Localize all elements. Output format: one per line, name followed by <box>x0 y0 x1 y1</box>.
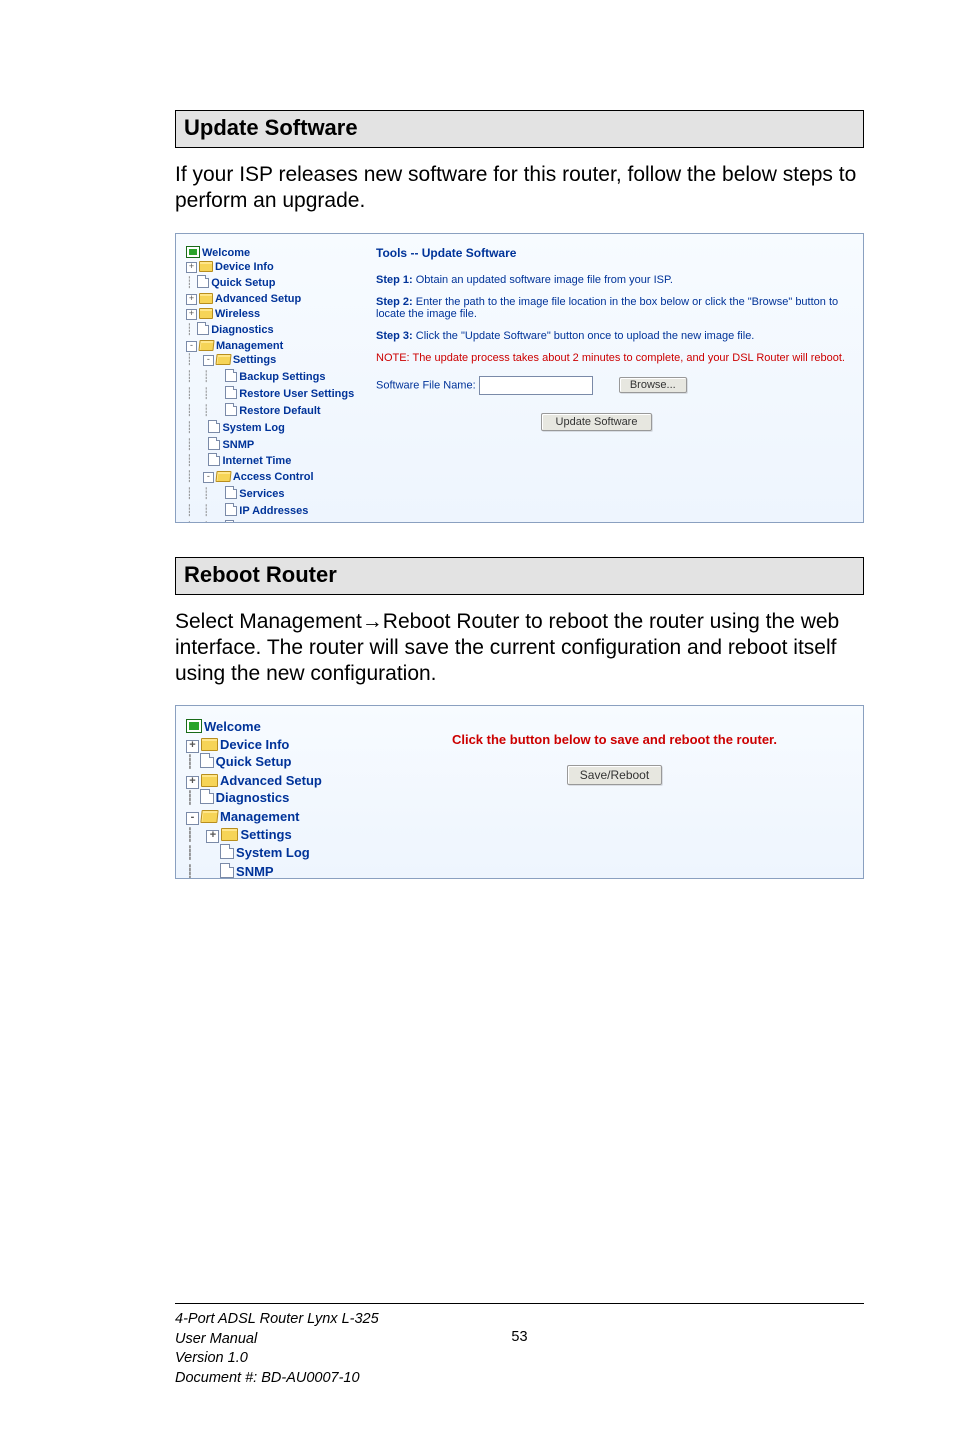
folder-icon <box>201 774 218 787</box>
welcome-icon <box>186 246 200 258</box>
nav-access-control[interactable]: Access Control <box>233 471 314 483</box>
expand-icon[interactable]: + <box>206 830 219 843</box>
page-icon <box>225 403 237 416</box>
nav-system-log[interactable]: System Log <box>236 845 310 860</box>
collapse-icon[interactable]: - <box>203 355 214 366</box>
nav-quick-setup[interactable]: Quick Setup <box>216 754 292 769</box>
nav-device-info[interactable]: Device Info <box>220 737 289 752</box>
nav-welcome[interactable]: Welcome <box>204 719 261 734</box>
step2-text: Enter the path to the image file locatio… <box>376 296 838 320</box>
nav-quick-setup[interactable]: Quick Setup <box>211 277 275 289</box>
nav-device-info[interactable]: Device Info <box>215 261 274 273</box>
folder-icon <box>199 261 213 272</box>
step1-text: Obtain an updated software image file fr… <box>413 274 673 286</box>
folder-icon <box>221 828 238 841</box>
nav-system-log[interactable]: System Log <box>222 422 284 434</box>
nav-restore-user[interactable]: Restore User Settings <box>239 388 354 400</box>
welcome-icon <box>186 719 202 733</box>
nav-welcome[interactable]: Welcome <box>202 247 250 259</box>
nav-ip-addresses[interactable]: IP Addresses <box>239 505 308 517</box>
save-reboot-button[interactable]: Save/Reboot <box>567 765 662 785</box>
page-icon <box>225 486 237 499</box>
nav-snmp[interactable]: SNMP <box>236 864 274 879</box>
step1-label: Step 1: <box>376 274 413 286</box>
page-icon <box>200 789 214 804</box>
browse-button[interactable]: Browse... <box>619 377 687 393</box>
footer-rule <box>175 1303 864 1304</box>
screenshot-reboot-router: Welcome +Device Info ┊ Quick Setup +Adva… <box>175 705 864 879</box>
nav-backup-settings[interactable]: Backup Settings <box>239 371 325 383</box>
page-icon <box>220 863 234 878</box>
collapse-icon[interactable]: - <box>186 812 199 825</box>
panel-update-software: Tools -- Update Software Step 1: Obtain … <box>366 246 853 523</box>
page-icon <box>225 520 237 523</box>
footer-product: 4-Port ADSL Router Lynx L-325 <box>175 1310 864 1330</box>
arrow-icon: → <box>362 610 383 633</box>
folder-open-icon <box>198 340 214 351</box>
page-icon <box>225 503 237 516</box>
nav-settings[interactable]: Settings <box>240 827 291 842</box>
section-heading-reboot-router: Reboot Router <box>175 557 864 595</box>
nav-services[interactable]: Services <box>239 488 284 500</box>
page-icon <box>225 369 237 382</box>
nav-internet-time[interactable]: Internet Time <box>222 455 291 467</box>
folder-open-icon <box>215 354 231 365</box>
nav-management[interactable]: Management <box>220 809 299 824</box>
note-text: NOTE: The update process takes about 2 m… <box>376 352 847 364</box>
update-software-button[interactable]: Update Software <box>541 413 653 431</box>
file-name-input[interactable] <box>479 376 593 395</box>
page-icon <box>220 844 234 859</box>
nav-management[interactable]: Management <box>216 340 283 352</box>
page-icon <box>208 453 220 466</box>
step3-text: Click the "Update Software" button once … <box>413 330 755 342</box>
footer-docnum: Document #: BD-AU0007-10 <box>175 1369 864 1389</box>
footer-version: Version 1.0 <box>175 1349 864 1369</box>
nav-wireless[interactable]: Wireless <box>215 308 260 320</box>
file-label: Software File Name: <box>376 379 476 391</box>
expand-icon[interactable]: + <box>186 740 199 753</box>
panel-title: Tools -- Update Software <box>376 246 847 260</box>
collapse-icon[interactable]: - <box>186 341 197 352</box>
expand-icon[interactable]: + <box>186 262 197 273</box>
nav-advanced-setup[interactable]: Advanced Setup <box>220 773 322 788</box>
page-icon <box>197 275 209 288</box>
folder-open-icon <box>200 810 218 823</box>
page-icon <box>208 437 220 450</box>
page-footer: 4-Port ADSL Router Lynx L-325 User Manua… <box>175 1310 864 1388</box>
intro-text-reboot-router: Select Management→Reboot Router to reboo… <box>175 609 864 688</box>
nav-snmp[interactable]: SNMP <box>222 439 254 451</box>
intro-text-update-software: If your ISP releases new software for th… <box>175 162 864 215</box>
folder-icon <box>199 308 213 319</box>
nav-diagnostics[interactable]: Diagnostics <box>211 324 273 336</box>
nav-advanced-setup[interactable]: Advanced Setup <box>215 293 301 305</box>
expand-icon[interactable]: + <box>186 776 199 789</box>
step2-label: Step 2: <box>376 296 413 308</box>
page-icon <box>208 420 220 433</box>
step3-label: Step 3: <box>376 330 413 342</box>
nav-tree: Welcome +Device Info ┊ Quick Setup +Adva… <box>186 718 376 879</box>
panel-reboot-router: Click the button below to save and reboo… <box>376 718 853 879</box>
nav-settings[interactable]: Settings <box>233 354 276 366</box>
collapse-icon[interactable]: - <box>203 472 214 483</box>
page-icon <box>200 753 214 768</box>
expand-icon[interactable]: + <box>186 309 197 320</box>
folder-icon <box>199 293 213 304</box>
nav-diagnostics[interactable]: Diagnostics <box>216 790 290 805</box>
nav-tree: Welcome +Device Info ┊ Quick Setup +Adva… <box>186 246 366 523</box>
nav-restore-default[interactable]: Restore Default <box>239 405 320 417</box>
screenshot-update-software: Welcome +Device Info ┊ Quick Setup +Adva… <box>175 233 864 523</box>
reboot-text-before: Select Management <box>175 610 362 633</box>
page-number: 53 <box>511 1328 527 1348</box>
nav-passwords[interactable]: Passwords <box>239 522 297 523</box>
expand-icon[interactable]: + <box>186 294 197 305</box>
page-icon <box>197 322 209 335</box>
folder-icon <box>201 738 218 751</box>
section-heading-update-software: Update Software <box>175 110 864 148</box>
folder-open-icon <box>215 471 231 482</box>
page-icon <box>225 386 237 399</box>
reboot-message: Click the button below to save and reboo… <box>376 732 853 747</box>
